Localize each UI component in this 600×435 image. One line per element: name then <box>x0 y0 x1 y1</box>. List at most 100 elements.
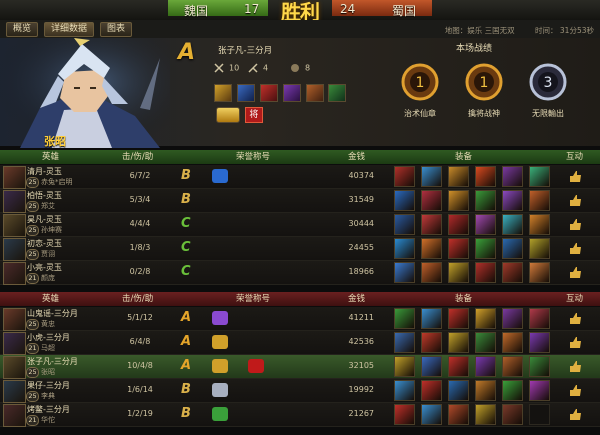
tab-overview[interactable]: 概览 <box>6 22 39 37</box>
equip-item-icon[interactable] <box>421 214 442 235</box>
equip-item-icon[interactable] <box>421 332 442 353</box>
equip-item-icon[interactable] <box>448 308 469 329</box>
equip-item-icon[interactable] <box>529 190 550 211</box>
equip-item-icon[interactable] <box>529 332 550 353</box>
equip-item-icon[interactable] <box>421 238 442 259</box>
equip-item-icon[interactable] <box>529 308 550 329</box>
equip-slot-icon[interactable] <box>305 84 324 102</box>
like-icon[interactable] <box>568 241 582 255</box>
equip-item-icon[interactable] <box>475 356 496 377</box>
stat-deaths: 4 <box>248 63 268 73</box>
like-icon[interactable] <box>568 193 582 207</box>
equip-item-icon[interactable] <box>502 404 523 425</box>
equip-item-icon[interactable] <box>502 166 523 187</box>
player-row[interactable]: 25 张子凡-三分月 张昭 10/4/8 A 32105 <box>0 355 600 379</box>
equip-item-icon[interactable] <box>421 262 442 283</box>
equip-item-icon[interactable] <box>394 308 415 329</box>
equip-item-icon[interactable] <box>475 380 496 401</box>
hero-avatar[interactable] <box>3 214 26 237</box>
like-icon[interactable] <box>568 217 582 231</box>
equip-item-icon[interactable] <box>421 166 442 187</box>
player-row[interactable]: 21 小亮-灵玉 颜庞 0/2/8 C 18966 <box>0 261 600 285</box>
hero-avatar[interactable] <box>3 190 26 213</box>
equip-item-icon[interactable] <box>394 332 415 353</box>
equip-item-icon[interactable] <box>502 262 523 283</box>
like-icon[interactable] <box>568 359 582 373</box>
equip-item-icon[interactable] <box>448 404 469 425</box>
equip-item-icon[interactable] <box>421 380 442 401</box>
like-icon[interactable] <box>568 311 582 325</box>
tab-details[interactable]: 详细数据 <box>44 22 95 37</box>
equip-slot-icon[interactable] <box>236 84 255 102</box>
player-row[interactable]: 21 小虎-三分月 马超 6/4/8 A 42536 <box>0 331 600 355</box>
equip-item-icon[interactable] <box>421 404 442 425</box>
equip-item-icon[interactable] <box>394 166 415 187</box>
like-icon[interactable] <box>568 265 582 279</box>
like-icon[interactable] <box>568 169 582 183</box>
equip-slot-icon[interactable] <box>282 84 301 102</box>
equip-item-icon[interactable] <box>394 356 415 377</box>
equip-item-icon[interactable] <box>448 356 469 377</box>
hero-avatar[interactable] <box>3 308 26 331</box>
equip-item-icon[interactable] <box>421 356 442 377</box>
equip-item-icon[interactable] <box>475 238 496 259</box>
equip-item-icon[interactable] <box>394 190 415 211</box>
equip-item-icon[interactable] <box>421 190 442 211</box>
equip-item-icon[interactable] <box>529 214 550 235</box>
equip-item-icon[interactable] <box>394 214 415 235</box>
hero-avatar[interactable] <box>3 332 26 355</box>
equip-item-icon[interactable] <box>448 332 469 353</box>
equip-item-icon[interactable] <box>529 356 550 377</box>
equip-item-icon[interactable] <box>502 380 523 401</box>
hero-avatar[interactable] <box>3 238 26 261</box>
equip-item-icon[interactable] <box>529 238 550 259</box>
equip-slot-icon[interactable] <box>259 84 278 102</box>
equip-item-icon[interactable] <box>475 214 496 235</box>
hero-avatar[interactable] <box>3 356 26 379</box>
equip-item-icon[interactable] <box>475 190 496 211</box>
player-row[interactable]: 25 昊凡-灵玉 孙坤赛 4/4/4 C 30444 <box>0 213 600 237</box>
player-row[interactable]: 25 清月-灵玉 赤兔*启明 6/7/2 B 40374 <box>0 165 600 189</box>
equip-item-icon[interactable] <box>529 380 550 401</box>
equip-item-icon[interactable] <box>529 262 550 283</box>
equip-slot-icon[interactable] <box>328 84 347 102</box>
hero-avatar[interactable] <box>3 380 26 403</box>
hero-avatar[interactable] <box>3 404 26 427</box>
equip-item-icon[interactable] <box>394 380 415 401</box>
equip-item-icon[interactable] <box>448 190 469 211</box>
hero-avatar[interactable] <box>3 262 26 285</box>
player-row[interactable]: 25 初恋-灵玉 贾诩 1/8/3 C 24455 <box>0 237 600 261</box>
equip-item-icon[interactable] <box>502 214 523 235</box>
equip-item-icon[interactable] <box>475 404 496 425</box>
player-row[interactable]: 25 果仔-三分月 李典 1/6/14 B 19992 <box>0 379 600 403</box>
hero-avatar[interactable] <box>3 166 26 189</box>
equip-item-icon[interactable] <box>394 262 415 283</box>
equip-item-icon[interactable] <box>502 356 523 377</box>
like-icon[interactable] <box>568 335 582 349</box>
equip-item-icon[interactable] <box>475 166 496 187</box>
tab-bar: 概览 详细数据 图表 地图：娱乐 三国无双 时间： 31分53秒 <box>0 20 600 39</box>
equip-slot-icon[interactable] <box>214 84 232 102</box>
equip-item-icon[interactable] <box>448 238 469 259</box>
tab-charts[interactable]: 图表 <box>100 22 133 37</box>
equip-item-icon[interactable] <box>502 238 523 259</box>
equip-item-icon[interactable] <box>448 214 469 235</box>
equip-item-icon[interactable] <box>394 238 415 259</box>
like-icon[interactable] <box>568 383 582 397</box>
equip-item-icon[interactable] <box>448 380 469 401</box>
equip-item-icon[interactable] <box>475 332 496 353</box>
equip-item-icon[interactable] <box>502 190 523 211</box>
player-row[interactable]: 25 柏悟-灵玉 郑艾 5/3/4 B 31549 <box>0 189 600 213</box>
equip-item-icon[interactable] <box>475 262 496 283</box>
equip-item-icon[interactable] <box>448 262 469 283</box>
equip-item-icon[interactable] <box>448 166 469 187</box>
equip-item-icon[interactable] <box>475 308 496 329</box>
equip-item-icon[interactable] <box>529 166 550 187</box>
player-row[interactable]: 25 山鬼谣-三分月 黄忠 5/1/12 A 41211 <box>0 307 600 331</box>
like-icon[interactable] <box>568 407 582 421</box>
player-row[interactable]: 21 烤鳖-三分月 华佗 1/2/19 B 21267 <box>0 403 600 427</box>
equip-item-icon[interactable] <box>421 308 442 329</box>
equip-item-icon[interactable] <box>502 332 523 353</box>
equip-item-icon[interactable] <box>502 308 523 329</box>
equip-item-icon[interactable] <box>394 404 415 425</box>
